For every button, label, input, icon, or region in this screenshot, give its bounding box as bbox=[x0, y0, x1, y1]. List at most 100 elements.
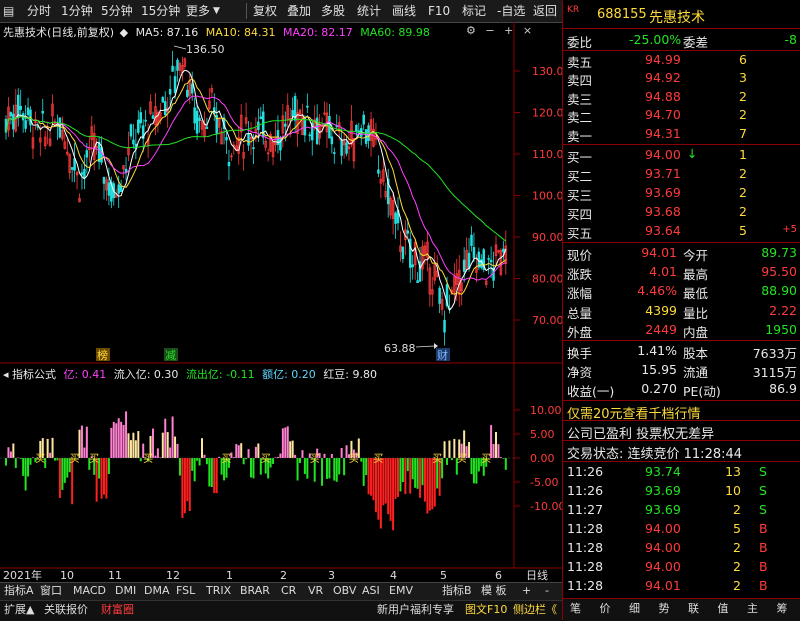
stat-row: 外盘 2449 内盘 1950 bbox=[563, 321, 800, 340]
indicator-tab[interactable]: DMI bbox=[115, 583, 136, 599]
toolbar-overlay[interactable]: 叠加 bbox=[287, 2, 311, 20]
plus-icon[interactable]: + bbox=[504, 24, 513, 37]
buy-marker: 买 bbox=[310, 453, 320, 465]
period-label[interactable]: 日线 bbox=[526, 568, 548, 582]
promo-link[interactable]: 新用户福利专享 bbox=[377, 602, 454, 618]
panel-tab[interactable]: 势 bbox=[659, 601, 670, 617]
price-tick: 110.0 bbox=[532, 148, 562, 161]
indicator-tab[interactable]: MACD bbox=[73, 583, 106, 599]
toolbar-f10[interactable]: F10 bbox=[428, 2, 450, 20]
minus-icon[interactable]: − bbox=[485, 24, 494, 37]
indicator-bar bbox=[140, 458, 142, 461]
bid-volume: 1 bbox=[739, 147, 747, 162]
indicator-tab[interactable]: DMA bbox=[144, 583, 170, 599]
ask-row[interactable]: 卖二 94.70 2 bbox=[563, 107, 800, 125]
collapse-icon[interactable]: ◂ bbox=[3, 368, 9, 381]
stat-value: 4399 bbox=[645, 303, 677, 318]
settings-icon[interactable]: ◆ bbox=[120, 26, 128, 39]
toolbar-draw[interactable]: 画线 bbox=[392, 2, 416, 20]
stat-label: PE(动) bbox=[683, 381, 721, 400]
indicator-title[interactable]: 指标公式 bbox=[12, 368, 56, 381]
indicator-tab[interactable]: BRAR bbox=[240, 583, 270, 599]
indicator-bar bbox=[110, 428, 112, 458]
panel-tab[interactable]: 笔 bbox=[570, 601, 581, 617]
ask-row[interactable]: 卖三 94.88 2 bbox=[563, 89, 800, 107]
toolbar-watchlist[interactable]: -自选 bbox=[497, 2, 525, 20]
indicator-tab[interactable]: ASI bbox=[362, 583, 380, 599]
indicator-bar bbox=[59, 458, 61, 498]
tick-price: 93.69 bbox=[645, 502, 681, 517]
ask-row[interactable]: 卖五 94.99 6 bbox=[563, 52, 800, 70]
toolbar-5min[interactable]: 5分钟 bbox=[101, 2, 133, 20]
indicator-tab[interactable]: CR bbox=[281, 583, 296, 599]
badge-bang[interactable]: 榜 bbox=[97, 348, 108, 362]
indicator-tick: 5.00 bbox=[530, 428, 555, 441]
badge-cai[interactable]: 财 bbox=[437, 348, 448, 362]
notice-level2[interactable]: 仅需20元查看千档行情 bbox=[563, 401, 800, 421]
chart-area[interactable]: 130.0120.0110.0100.090.0080.0070.00 10.0… bbox=[0, 22, 562, 600]
indicator-bar bbox=[243, 458, 245, 464]
badge-jian[interactable]: 减 bbox=[165, 349, 176, 362]
candle-body bbox=[333, 153, 335, 154]
indicator-tab[interactable]: FSL bbox=[176, 583, 195, 599]
toolbar-back[interactable]: 返回 bbox=[533, 2, 557, 20]
panel-tab[interactable]: 联 bbox=[688, 601, 699, 617]
indicator-tab[interactable]: + bbox=[522, 583, 531, 599]
indicator-bar bbox=[235, 444, 237, 458]
indicator-bar bbox=[172, 416, 174, 458]
panel-tab[interactable]: 价 bbox=[600, 601, 611, 617]
candle-body bbox=[162, 97, 164, 102]
toolbar-mark[interactable]: 标记 bbox=[462, 2, 486, 20]
indicator-bar bbox=[52, 438, 54, 458]
wealth-circle-tab[interactable]: 财富圈 bbox=[101, 602, 134, 618]
tick-time: 11:26 bbox=[567, 464, 603, 479]
panel-tab[interactable]: 值 bbox=[718, 601, 729, 617]
more-chevron-icon[interactable]: ▼ bbox=[213, 2, 220, 20]
indicator-tab[interactable]: 指标A bbox=[4, 583, 34, 599]
stat-value: 2449 bbox=[645, 322, 677, 337]
close-icon[interactable]: × bbox=[523, 24, 532, 37]
toolbar-grid-icon[interactable]: ▤ bbox=[3, 2, 14, 20]
indicator-tab[interactable]: TRIX bbox=[206, 583, 231, 599]
candle-body bbox=[439, 288, 441, 303]
indicator-tab[interactable]: EMV bbox=[389, 583, 413, 599]
toolbar-stats[interactable]: 统计 bbox=[357, 2, 381, 20]
ask-volume: 2 bbox=[739, 89, 747, 104]
bid-row[interactable]: 买五 93.64 5 +5 bbox=[563, 222, 800, 241]
indicator-tab[interactable]: 模 板 bbox=[481, 583, 507, 599]
indicator-bar bbox=[208, 458, 210, 487]
bid-row[interactable]: 买二 93.71 2 bbox=[563, 165, 800, 184]
indicator-tab[interactable]: OBV bbox=[333, 583, 356, 599]
bid-row[interactable]: 买一 94.00 ↓ 1 bbox=[563, 146, 800, 165]
toolbar-15min[interactable]: 15分钟 bbox=[141, 2, 180, 20]
toolbar-multi[interactable]: 多股 bbox=[321, 2, 345, 20]
indicator-bar bbox=[25, 458, 27, 490]
sidebar-toggle[interactable]: 侧边栏《 bbox=[513, 602, 557, 618]
indicator-bar bbox=[54, 458, 56, 461]
bid-row[interactable]: 买三 93.69 2 bbox=[563, 184, 800, 203]
bid-price: 93.69 bbox=[645, 185, 681, 200]
toolbar-intraday[interactable]: 分时 bbox=[27, 2, 51, 20]
ask-label: 卖四 bbox=[567, 70, 592, 89]
panel-tab[interactable]: 细 bbox=[629, 601, 640, 617]
ask-row[interactable]: 卖一 94.31 7 bbox=[563, 126, 800, 144]
webi-label: 委比 bbox=[567, 32, 592, 51]
xaxis-label: 5 bbox=[440, 569, 447, 582]
f10-link[interactable]: 图文F10 bbox=[465, 602, 507, 618]
panel-tab[interactable]: 主 bbox=[747, 601, 758, 617]
related-quote-tab[interactable]: 关联报价 bbox=[44, 602, 88, 618]
indicator-tab[interactable]: 窗口 bbox=[40, 583, 62, 599]
settings-gear-icon[interactable]: ⚙ bbox=[466, 24, 476, 37]
toolbar-fuquan[interactable]: 复权 bbox=[253, 2, 277, 20]
panel-tab[interactable]: 筹 bbox=[777, 601, 788, 617]
toolbar-1min[interactable]: 1分钟 bbox=[61, 2, 93, 20]
indicator-tab[interactable]: VR bbox=[308, 583, 323, 599]
candle-body bbox=[27, 108, 29, 115]
bid-row[interactable]: 买四 93.68 2 bbox=[563, 203, 800, 222]
toolbar-more[interactable]: 更多 bbox=[186, 2, 210, 20]
indicator-tab[interactable]: 指标B bbox=[442, 583, 472, 599]
candle-body bbox=[284, 124, 286, 126]
expand-button[interactable]: 扩展▲ bbox=[4, 602, 34, 618]
ask-row[interactable]: 卖四 94.92 3 bbox=[563, 70, 800, 88]
indicator-tab[interactable]: - bbox=[545, 583, 549, 599]
